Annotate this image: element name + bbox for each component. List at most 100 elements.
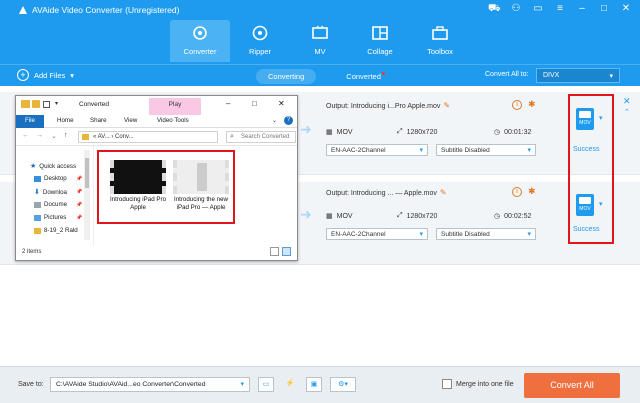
info-icon[interactable]: i (512, 100, 522, 110)
address-input[interactable]: « AV... › Conv... (78, 131, 218, 143)
nav-scrollbar[interactable] (84, 150, 90, 240)
tab-converter[interactable]: Converter (170, 20, 230, 62)
hardware-accel-icon[interactable]: ⚡ (282, 377, 298, 392)
chevron-down-icon[interactable]: ▾ (55, 100, 58, 107)
address-text: « AV... › Conv... (93, 134, 134, 140)
tab-converter-label: Converter (183, 47, 217, 56)
search-input[interactable]: ⌕ Search Converted (226, 131, 296, 143)
audio-track-value: EN-AAC-2Channel (331, 147, 386, 154)
chevron-up-icon[interactable]: ⌃ (624, 108, 630, 116)
cart-icon[interactable]: ⛟ (488, 3, 501, 16)
subtitle-select[interactable]: Subtitle Disabled ▾ (436, 144, 536, 156)
gpu-icon[interactable]: ▣ (306, 377, 322, 392)
tab-converting[interactable]: Converting (256, 69, 317, 84)
pin-icon: 📌 (76, 176, 83, 182)
properties-icon[interactable] (43, 101, 50, 108)
scroll-thumb[interactable] (85, 158, 89, 188)
output-name-text: Output: Introducing ... — Apple.mov (326, 190, 437, 197)
add-files-label: Add Files (34, 70, 66, 80)
effects-icon[interactable]: ✱ (528, 186, 536, 197)
tab-converted[interactable]: Converted (334, 69, 397, 84)
format-text: MOV (336, 128, 353, 136)
save-path-select[interactable]: C:\AVAide Studio\AVAid...eo Converter\Co… (50, 377, 250, 392)
details-view-icon[interactable] (270, 247, 279, 256)
nav-label: Quick access (39, 162, 77, 170)
help-icon[interactable]: ? (284, 116, 293, 125)
output-name: Output: Introducing i...Pro Apple.mov ✎ (326, 101, 450, 110)
edit-icon[interactable]: ✎ (443, 101, 450, 110)
duration-meta: ◷ 00:01:32 (494, 128, 532, 137)
duration-text: 00:01:32 (504, 128, 532, 136)
explorer-titlebar: ▾ Converted Play – □ ✕ (16, 96, 297, 115)
open-folder-icon[interactable]: ▭ (258, 377, 274, 392)
maximize-icon[interactable]: □ (598, 3, 610, 16)
explorer-address-bar: ← → ⌄ ↑ « AV... › Conv... ⌕ Search Conve… (16, 128, 297, 146)
effects-icon[interactable]: ✱ (528, 99, 536, 110)
converter-icon (193, 26, 207, 40)
picture-icon (34, 214, 41, 221)
nav-folder[interactable]: 8-19_2 Rald (34, 227, 78, 234)
close-icon[interactable]: ✕ (278, 99, 285, 108)
ribbon-tab-file[interactable]: File (16, 115, 44, 128)
ribbon-tab-video-tools[interactable]: Video Tools (157, 117, 189, 124)
clock-icon: ◷ (494, 129, 501, 136)
ribbon-tab-view[interactable]: View (124, 117, 137, 124)
user-icon[interactable]: ⚇ (510, 3, 522, 16)
settings-icon[interactable]: ⚙▾ (330, 377, 356, 392)
ribbon-tab-home[interactable]: Home (57, 117, 74, 124)
up-icon[interactable]: ↑ (64, 132, 68, 139)
nav-label: Desktop (44, 175, 67, 182)
minimize-icon[interactable]: – (576, 3, 588, 16)
tab-toolbox[interactable]: Toolbox (410, 20, 470, 62)
resolution-meta: ⤢ 1280x720 (397, 212, 437, 220)
tab-collage[interactable]: Collage (350, 20, 410, 62)
chevron-down-icon: ▾ (527, 231, 531, 238)
new-folder-icon[interactable] (32, 100, 40, 108)
chevron-down-icon[interactable]: ⌄ (272, 117, 277, 124)
tab-mv[interactable]: MV (290, 20, 350, 62)
format-meta: ▦ MOV (326, 128, 353, 137)
format-select[interactable]: DIVX ▾ (536, 68, 620, 83)
nav-downloads[interactable]: ⬇ Downloa (34, 188, 67, 197)
nav-desktop[interactable]: Desktop (34, 175, 67, 182)
nav-documents[interactable]: Docume (34, 201, 67, 208)
play-tab[interactable]: Play (149, 98, 201, 115)
add-files-button[interactable]: + Add Files ▾ (17, 69, 74, 81)
menu-icon[interactable]: ≡ (554, 3, 566, 16)
audio-track-value: EN-AAC-2Channel (331, 231, 386, 238)
audio-track-select[interactable]: EN-AAC-2Channel ▾ (326, 144, 428, 156)
folder-icon (34, 227, 41, 234)
thumbnail-view-icon[interactable] (282, 247, 291, 256)
tab-ripper[interactable]: Ripper (230, 20, 290, 62)
chevron-down-icon: ▾ (527, 147, 531, 154)
minimize-icon[interactable]: – (226, 99, 230, 108)
tab-toolbox-label: Toolbox (427, 47, 453, 56)
merge-checkbox[interactable] (442, 379, 452, 389)
header: AVAide Video Converter (Unregistered) ⛟ … (0, 0, 640, 64)
sub-toolbar: + Add Files ▾ Converting Converted Conve… (0, 64, 640, 86)
nav-pictures[interactable]: Pictures (34, 214, 66, 221)
clock-icon: ◷ (494, 213, 501, 220)
info-icon[interactable]: i (512, 187, 522, 197)
back-icon[interactable]: ← (22, 132, 29, 139)
subtitle-select[interactable]: Subtitle Disabled ▾ (436, 228, 536, 240)
nav-quick-access[interactable]: ★ Quick access (30, 162, 77, 171)
item-count: 2 items (22, 249, 42, 255)
format-value: DIVX (543, 72, 560, 79)
chevron-down-icon[interactable]: ▾ (70, 71, 74, 80)
chat-icon[interactable]: ▭ (532, 3, 544, 16)
chevron-down-icon: ▾ (240, 381, 244, 388)
edit-icon[interactable]: ✎ (440, 188, 447, 197)
status-tabs: Converting Converted (256, 69, 397, 84)
close-icon[interactable]: ✕ (620, 3, 632, 16)
maximize-icon[interactable]: □ (252, 99, 257, 108)
forward-icon[interactable]: → (36, 132, 43, 139)
tab-converted-label: Converted (346, 72, 381, 81)
chevron-down-icon: ▾ (419, 231, 423, 238)
chevron-down-icon[interactable]: ⌄ (51, 132, 57, 140)
convert-all-button[interactable]: Convert All (524, 373, 620, 398)
audio-track-select[interactable]: EN-AAC-2Channel ▾ (326, 228, 428, 240)
remove-icon[interactable]: ✕ (623, 96, 631, 107)
star-icon: ★ (30, 163, 37, 170)
ribbon-tab-share[interactable]: Share (90, 117, 107, 124)
